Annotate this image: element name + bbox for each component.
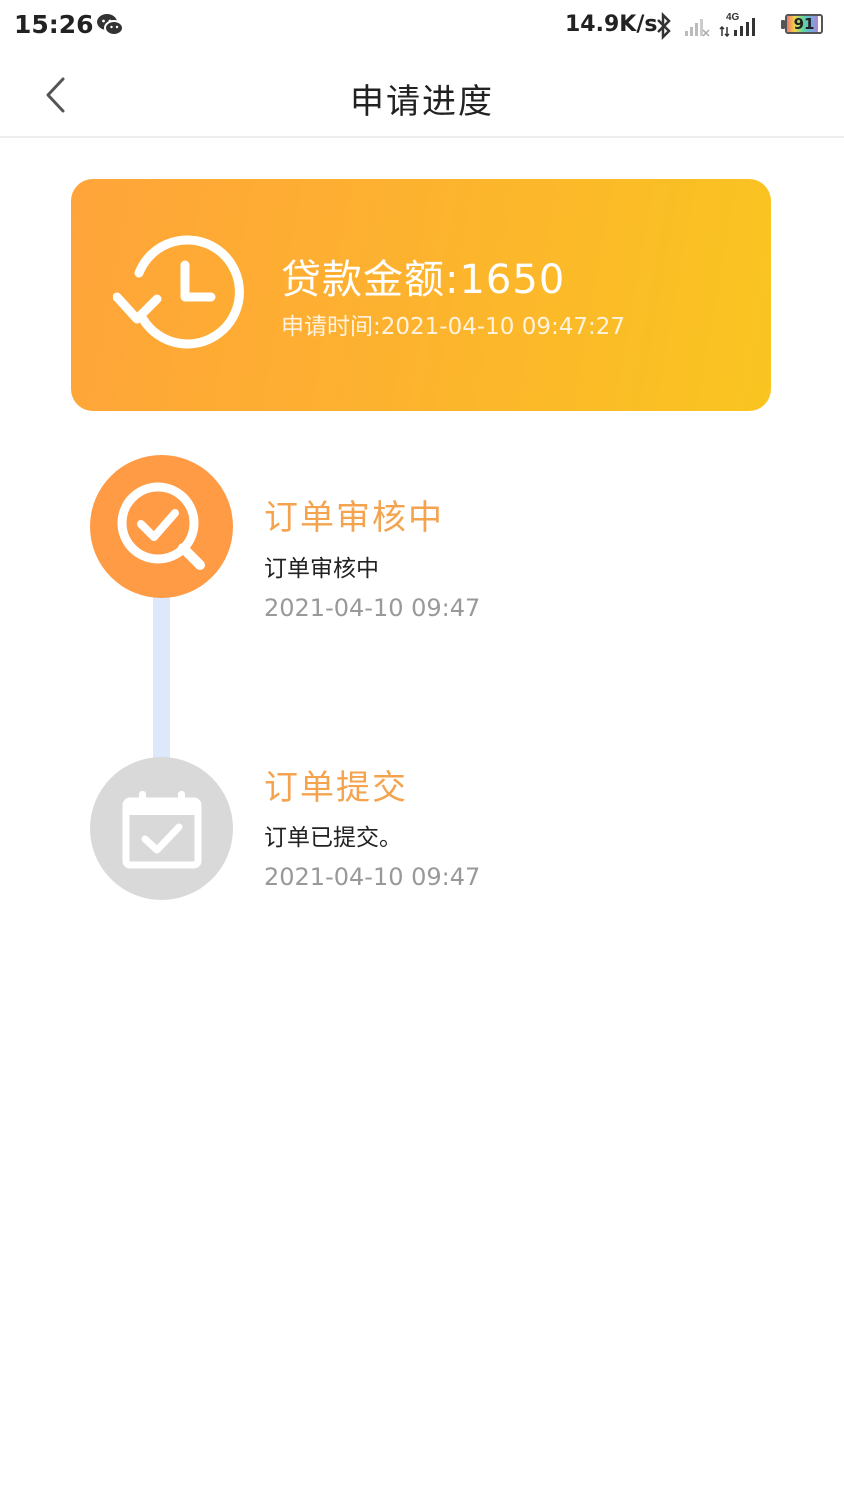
nav-bar: 申请进度 [0, 52, 844, 138]
calendar-check-icon [122, 790, 201, 868]
step-title: 订单提交 [264, 768, 408, 808]
history-clock-icon [113, 235, 244, 349]
network-type-label: 4G [726, 12, 740, 23]
wechat-icon [96, 12, 124, 42]
step-title: 订单审核中 [264, 498, 444, 538]
apply-time: 申请时间:2021-04-10 09:47:27 [281, 314, 626, 340]
network-speed: 14.9K/s [565, 12, 658, 37]
status-time: 15:26 [14, 10, 94, 39]
bluetooth-icon [654, 11, 674, 44]
status-bar: 15:26 14.9K/s 4G 91 [0, 0, 844, 52]
search-check-icon [117, 482, 205, 570]
step-status-badge [90, 757, 233, 900]
step-status-badge [90, 455, 233, 598]
step-description: 订单已提交。 [264, 825, 402, 851]
battery-icon: 91 [781, 14, 825, 36]
step-time: 2021-04-10 09:47 [264, 594, 481, 622]
step-description: 订单审核中 [264, 556, 379, 582]
loan-amount: 贷款金额:1650 [281, 257, 566, 303]
step-time: 2021-04-10 09:47 [264, 863, 481, 891]
signal-sim1-icon [684, 16, 710, 42]
page-title: 申请进度 [350, 82, 494, 122]
signal-sim2-icon: 4G [718, 10, 768, 42]
battery-level: 91 [793, 15, 815, 33]
timeline-connector [153, 596, 170, 762]
loan-summary-card: 贷款金额:1650 申请时间:2021-04-10 09:47:27 [71, 179, 771, 411]
